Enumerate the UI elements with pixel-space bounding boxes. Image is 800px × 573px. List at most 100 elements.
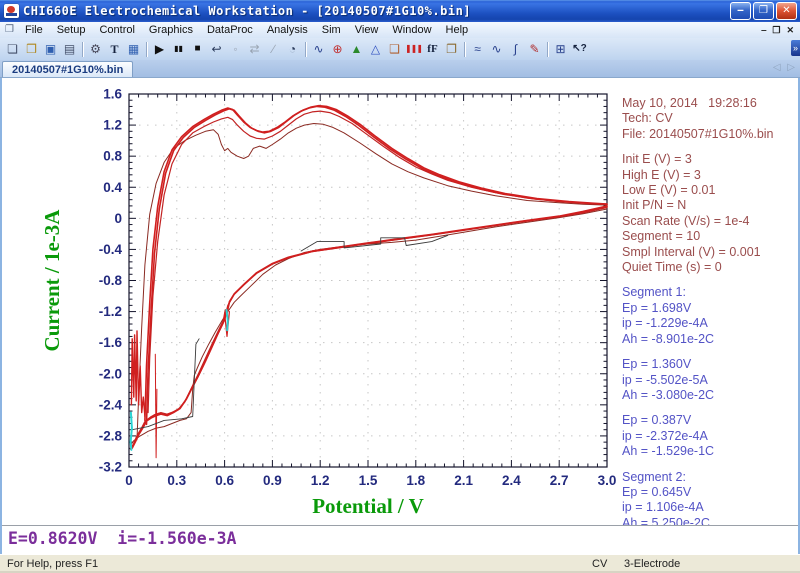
tab-scroll-arrows: ◁ ▷ [769, 62, 795, 73]
menu-dataproc[interactable]: DataProc [200, 23, 260, 37]
baseline-correction-button[interactable]: ✎ [525, 40, 544, 59]
menu-analysis[interactable]: Analysis [260, 23, 315, 37]
svg-text:1.5: 1.5 [359, 473, 378, 488]
title-bar: CHI660E Electrochemical Workstation - [2… [0, 0, 800, 22]
new-button[interactable]: ❏ [3, 40, 22, 59]
pause-button[interactable]: ▮▮ [169, 40, 188, 59]
svg-text:-1.2: -1.2 [99, 304, 122, 319]
clipped-toolbar-icon: » [791, 40, 800, 56]
menu-bar: ❐ File Setup Control Graphics DataProc Analys… [0, 22, 800, 38]
reverse-scan-button[interactable]: ↩ [207, 40, 226, 59]
derivative-button[interactable]: ∿ [487, 40, 506, 59]
open-button[interactable]: ❒ [22, 40, 41, 59]
minimize-button[interactable]: ‒ [730, 2, 751, 20]
grid-lines [131, 96, 605, 465]
cv-curve-cyan-marker-1 [225, 309, 229, 332]
app-icon [4, 4, 19, 18]
experiment-parameters: Init E (V) = 3 High E (V) = 3 Low E (V) = … [622, 152, 761, 275]
hold-button: ◦ [233, 42, 238, 56]
mdi-close-button[interactable]: ✕ [786, 25, 794, 36]
ir-comp-button: ∕ [272, 42, 275, 56]
menu-help[interactable]: Help [439, 23, 476, 37]
experiment-info-panel: May 10, 2014 19:28:16 Tech: CV File: 20140… [622, 96, 796, 541]
svg-text:1.2: 1.2 [103, 118, 122, 133]
continue-step-button: ⇄ [249, 42, 260, 56]
document-tab[interactable]: 20140507#1G10%.bin [2, 61, 134, 77]
document-tab-bar: 20140507#1G10%.bin ◁ ▷ [0, 60, 800, 78]
menu-sim[interactable]: Sim [315, 23, 348, 37]
cell-control-button[interactable]: ▦ [124, 40, 143, 59]
close-button[interactable]: ✕ [776, 2, 797, 20]
svg-text:-1.6: -1.6 [99, 335, 123, 350]
document-system-menu-icon[interactable]: ❐ [5, 25, 14, 35]
cursor-readout-strip: E=0.8620V i=-1.560e-3A [2, 525, 798, 554]
svg-text:-0.8: -0.8 [99, 273, 123, 288]
save-button[interactable]: ▣ [41, 40, 60, 59]
mdi-restore-button[interactable]: ❐ [772, 25, 780, 36]
segment-results-2-1: Segment 2: Ep = 0.645V ip = 1.106e-4A Ah = … [622, 469, 710, 530]
app-window: CHI660E Electrochemical Workstation - [2… [0, 0, 800, 573]
present-data-plot-button[interactable]: ∿ [309, 40, 328, 59]
menu-view[interactable]: View [348, 23, 386, 37]
timer-button[interactable]: ◔ [283, 40, 302, 59]
restore-button[interactable]: ❐ [753, 2, 774, 20]
tab-scroll-right-icon[interactable]: ▷ [787, 62, 795, 73]
copy-to-clipboard-button[interactable]: ❐ [442, 40, 461, 59]
cv-curve-cycle-2-forward [147, 110, 608, 414]
peak-definition-button[interactable]: ▲ [347, 40, 366, 59]
font-button[interactable]: fF [423, 40, 442, 59]
peak-shape-button[interactable]: △ [366, 40, 385, 59]
toolbar-separator [82, 41, 83, 57]
cv-curve-noise-spikes [130, 330, 146, 418]
svg-text:-0.4: -0.4 [99, 242, 123, 257]
toolbar: ❏ ❒ ▣ ▤ ⚙ T ▦ ▶ ▮▮ ■ ↩ ◦ ⇄ ∕ ◔ ∿ ⊕ ▲ △ ❑ ❚❚❚ fF ❐ ≈ ∿ ∫ ✎ ⊞ ↖?» [0, 38, 800, 60]
toolbar-separator [305, 41, 306, 57]
zoom-button[interactable]: ⊕ [328, 40, 347, 59]
stop-button[interactable]: ■ [188, 40, 207, 59]
menu-control[interactable]: Control [92, 23, 141, 37]
help-pointer-button[interactable]: ↖? [570, 40, 589, 59]
menu-window[interactable]: Window [385, 23, 438, 37]
status-technique: CV [592, 558, 608, 570]
print-button[interactable]: ▤ [60, 40, 79, 59]
x-axis-title: Potential / V [312, 494, 424, 518]
menu-file[interactable]: File [18, 23, 50, 37]
status-help-text: For Help, press F1 [7, 558, 99, 570]
integration-button[interactable]: ∫ [506, 40, 525, 59]
svg-text:2.4: 2.4 [502, 473, 521, 488]
svg-text:2.1: 2.1 [454, 473, 473, 488]
system-setup-button[interactable]: ⚙ [86, 40, 105, 59]
text-tool-button[interactable]: T [105, 40, 124, 59]
color-bars-button[interactable]: ❚❚❚ [404, 40, 423, 59]
svg-text:-2.8: -2.8 [99, 428, 123, 443]
x-tick-labels: 0 0.3 0.6 0.9 1.2 1.5 1.8 2.1 2.4 2.7 3.0 [125, 473, 616, 488]
y-tick-labels: 1.6 1.2 0.8 0.4 0 -0.4 -0.8 -1.2 -1.6 -2.0 -2.4 -2.… [99, 87, 123, 475]
cv-curve-cycle-4-return [131, 205, 608, 449]
toolbar-separator [547, 41, 548, 57]
cv-curve-cyan-marker-2 [129, 411, 133, 451]
mdi-window-controls: ‒ ❐ ✕ [761, 25, 794, 36]
svg-text:2.7: 2.7 [550, 473, 569, 488]
segment-results-1-2: Ep = 1.360V ip = -5.502e-5A Ah = -3.080e-2… [622, 357, 715, 402]
svg-text:3.0: 3.0 [598, 473, 617, 488]
cursor-readout: E=0.8620V i=-1.560e-3A [8, 529, 237, 548]
run-button[interactable]: ▶ [150, 40, 169, 59]
tab-scroll-left-icon[interactable]: ◁ [773, 62, 781, 73]
mdi-minimize-button[interactable]: ‒ [761, 25, 766, 36]
overlay-plots-button[interactable]: ❑ [385, 40, 404, 59]
cv-plot[interactable]: 0 0.3 0.6 0.9 1.2 1.5 1.8 2.1 2.4 2.7 3.0 1.6 1.2 0.8… [2, 78, 622, 554]
svg-text:0: 0 [125, 473, 133, 488]
experiment-header: May 10, 2014 19:28:16 Tech: CV File: 20140… [622, 96, 774, 141]
cv-curve-cycle-1-return [130, 208, 608, 446]
menu-setup[interactable]: Setup [50, 23, 93, 37]
data-listing-button[interactable]: ⊞ [551, 40, 570, 59]
menu-graphics[interactable]: Graphics [142, 23, 200, 37]
cv-curve-noise-spike-deep [154, 353, 158, 459]
svg-text:0.8: 0.8 [103, 149, 122, 164]
cv-curve-cycle-4-forward [145, 104, 608, 426]
smooth-button[interactable]: ≈ [468, 40, 487, 59]
segment-results-1-1: Segment 1: Ep = 1.698V ip = -1.229e-4A Ah =… [622, 285, 715, 346]
svg-text:0.9: 0.9 [263, 473, 282, 488]
toolbar-separator [146, 41, 147, 57]
svg-text:0: 0 [114, 211, 122, 226]
